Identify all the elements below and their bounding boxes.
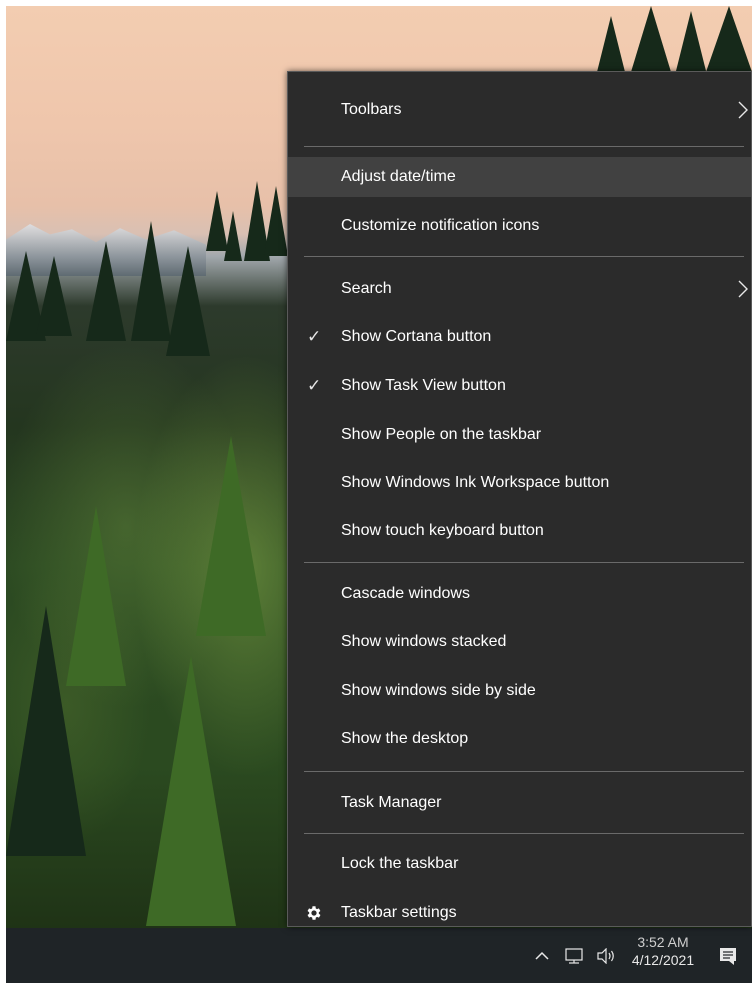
action-center-icon[interactable] xyxy=(704,936,752,976)
menu-item-search[interactable]: Search xyxy=(288,269,751,309)
volume-icon[interactable] xyxy=(590,936,622,976)
menu-item-label: Show touch keyboard button xyxy=(341,522,544,539)
menu-item-task-manager[interactable]: Task Manager xyxy=(288,783,751,823)
menu-item-label: Show the desktop xyxy=(341,730,469,747)
menu-item-label: Show People on the taskbar xyxy=(341,426,542,443)
checkmark-icon: ✓ xyxy=(307,327,322,346)
menu-item-show-windows-ink[interactable]: Show Windows Ink Workspace button xyxy=(288,463,751,503)
menu-item-show-touch-keyboard[interactable]: Show touch keyboard button xyxy=(288,511,751,551)
menu-item-customize-notification-icons[interactable]: Customize notification icons xyxy=(288,206,751,246)
menu-item-show-windows-stacked[interactable]: Show windows stacked xyxy=(288,622,751,662)
menu-item-show-task-view-button[interactable]: ✓ Show Task View button xyxy=(288,366,751,406)
menu-item-label: Toolbars xyxy=(341,101,402,118)
menu-item-label: Show Windows Ink Workspace button xyxy=(341,474,610,491)
menu-item-show-windows-side-by-side[interactable]: Show windows side by side xyxy=(288,671,751,711)
taskbar: 3:52 AM 4/12/2021 xyxy=(6,928,752,983)
menu-item-label: Customize notification icons xyxy=(341,217,540,234)
menu-separator xyxy=(304,146,744,147)
wallpaper-tree xyxy=(631,6,671,72)
wallpaper-tree xyxy=(206,191,228,251)
menu-item-show-people[interactable]: Show People on the taskbar xyxy=(288,415,751,455)
menu-item-adjust-date-time[interactable]: Adjust date/time xyxy=(288,157,751,197)
menu-separator xyxy=(304,256,744,257)
wallpaper-tree xyxy=(196,436,266,636)
menu-item-label: Show Cortana button xyxy=(341,328,492,345)
wallpaper-tree xyxy=(596,16,626,76)
checkmark-icon: ✓ xyxy=(307,376,322,395)
menu-item-label: Show Task View button xyxy=(341,377,506,394)
wallpaper-tree xyxy=(66,506,126,686)
menu-item-taskbar-settings[interactable]: Taskbar settings xyxy=(288,893,751,933)
wallpaper-tree xyxy=(146,656,236,926)
menu-separator xyxy=(304,562,744,563)
menu-item-lock-the-taskbar[interactable]: Lock the taskbar xyxy=(288,844,751,884)
menu-item-label: Lock the taskbar xyxy=(341,855,459,872)
clock-time: 3:52 AM xyxy=(637,933,689,950)
menu-separator xyxy=(304,771,744,772)
menu-item-label: Task Manager xyxy=(341,794,442,811)
menu-item-label: Taskbar settings xyxy=(341,904,457,921)
chevron-up-icon[interactable] xyxy=(526,936,558,976)
wallpaper-tree xyxy=(676,11,706,71)
wallpaper-tree xyxy=(706,6,752,72)
menu-item-show-cortana-button[interactable]: ✓ Show Cortana button xyxy=(288,317,751,357)
menu-item-label: Show windows side by side xyxy=(341,682,536,699)
desktop-screen: 3:52 AM 4/12/2021 Toolbars Adjust date/t… xyxy=(6,6,752,983)
menu-item-label: Cascade windows xyxy=(341,585,470,602)
menu-item-label: Search xyxy=(341,280,392,297)
chevron-right-icon xyxy=(738,280,748,298)
clock-date: 4/12/2021 xyxy=(631,951,695,968)
taskbar-clock[interactable]: 3:52 AM 4/12/2021 xyxy=(622,928,704,983)
menu-item-cascade-windows[interactable]: Cascade windows xyxy=(288,574,751,614)
gear-icon xyxy=(307,906,321,920)
menu-item-show-the-desktop[interactable]: Show the desktop xyxy=(288,719,751,759)
system-tray: 3:52 AM 4/12/2021 xyxy=(526,928,752,983)
taskbar-context-menu: Toolbars Adjust date/time Customize noti… xyxy=(287,71,752,927)
wallpaper-tree xyxy=(224,211,242,261)
menu-item-label: Adjust date/time xyxy=(341,168,456,185)
menu-item-label: Show windows stacked xyxy=(341,633,507,650)
wallpaper-tree xyxy=(264,186,288,256)
menu-item-toolbars[interactable]: Toolbars xyxy=(288,90,751,130)
network-icon[interactable] xyxy=(558,936,590,976)
chevron-right-icon xyxy=(738,101,748,119)
menu-separator xyxy=(304,833,744,834)
